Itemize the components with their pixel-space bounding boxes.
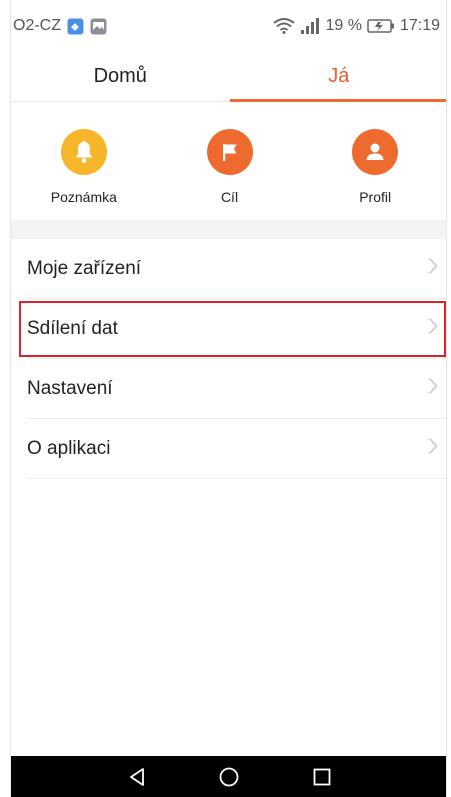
quick-action-profile-label: Profil: [359, 189, 392, 205]
menu-item-label: Nastavení: [27, 378, 113, 399]
battery-percent: 19 %: [325, 17, 362, 34]
tab-me-label: Já: [328, 65, 350, 87]
home-button[interactable]: [209, 762, 249, 792]
app-notification-icon: [67, 18, 84, 35]
chevron-right-icon: [428, 377, 438, 401]
battery-charging-icon: [367, 18, 395, 34]
back-triangle-icon: [130, 767, 145, 786]
signal-icon: [300, 18, 320, 34]
tab-home[interactable]: Domů: [11, 52, 230, 101]
recents-square-icon: [313, 768, 331, 785]
menu-item-settings[interactable]: Nastavení: [11, 359, 446, 419]
menu-item-data-sharing[interactable]: Sdílení dat: [17, 299, 446, 359]
tab-me[interactable]: Já: [229, 52, 446, 102]
tab-bar: Domů Já: [11, 52, 446, 102]
chevron-right-icon: [428, 317, 438, 341]
status-bar: O2-CZ 19 % 17:19: [11, 0, 446, 52]
image-notification-icon: [90, 18, 107, 35]
menu-item-about[interactable]: O aplikaci: [11, 419, 446, 479]
menu-item-label: O aplikaci: [27, 438, 111, 459]
menu-item-my-devices[interactable]: Moje zařízení: [11, 239, 446, 299]
quick-action-goal[interactable]: Cíl: [157, 103, 303, 220]
home-circle-icon: [220, 767, 239, 786]
status-left: O2-CZ: [13, 17, 107, 35]
quick-action-note-label: Poznámka: [50, 189, 117, 205]
back-button[interactable]: [117, 762, 157, 792]
quick-action-note[interactable]: Poznámka: [11, 103, 157, 220]
clock: 17:19: [399, 17, 440, 34]
tab-home-label: Domů: [93, 65, 147, 87]
menu-item-label: Moje zařízení: [27, 258, 142, 279]
recents-button[interactable]: [302, 762, 342, 792]
section-divider: [11, 220, 446, 239]
bell-icon: [60, 129, 107, 175]
chevron-right-icon: [428, 437, 438, 461]
flag-icon: [206, 129, 253, 175]
quick-action-profile[interactable]: Profil: [302, 103, 446, 220]
quick-action-goal-label: Cíl: [220, 189, 239, 205]
status-right: 19 % 17:19: [273, 17, 440, 35]
menu-item-label: Sdílení dat: [27, 318, 118, 339]
quick-actions: Poznámka Cíl Profil: [11, 103, 446, 220]
active-tab-indicator: [229, 99, 446, 102]
settings-menu: Moje zařízení Sdílení dat Nastavení O ap…: [11, 239, 446, 479]
system-navigation-bar: [11, 756, 446, 797]
app-screen: O2-CZ 19 % 17:19 Domů Já Poznámka Cíl Pr…: [10, 0, 447, 797]
carrier-label: O2-CZ: [13, 17, 61, 34]
person-icon: [352, 129, 399, 175]
chevron-right-icon: [428, 257, 438, 281]
wifi-icon: [273, 18, 296, 34]
